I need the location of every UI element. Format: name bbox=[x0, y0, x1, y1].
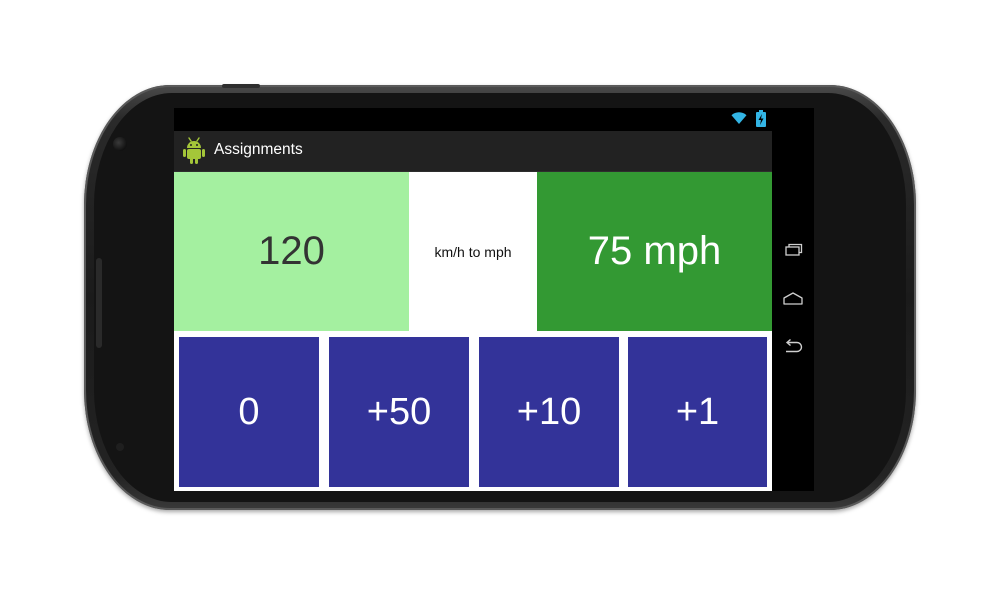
front-camera bbox=[113, 137, 127, 151]
android-icon[interactable] bbox=[182, 137, 206, 165]
device-screen: Assignments 120 km/h to mph 75 mph 0 +50… bbox=[174, 108, 814, 491]
add-10-button[interactable]: +10 bbox=[479, 337, 619, 487]
status-bar bbox=[174, 108, 772, 131]
converter-content: 120 km/h to mph 75 mph 0 +50 +10 +1 bbox=[174, 172, 772, 491]
recent-apps-icon[interactable] bbox=[781, 241, 805, 261]
wifi-icon bbox=[731, 111, 747, 130]
app-title: Assignments bbox=[214, 141, 303, 158]
conversion-label: km/h to mph bbox=[409, 172, 537, 331]
add-50-button[interactable]: +50 bbox=[329, 337, 469, 487]
input-value-display: 120 bbox=[174, 172, 409, 331]
proximity-sensor bbox=[116, 443, 124, 451]
reset-zero-button[interactable]: 0 bbox=[179, 337, 319, 487]
back-icon[interactable] bbox=[781, 337, 805, 357]
navigation-bar bbox=[772, 108, 814, 491]
output-value-display: 75 mph bbox=[537, 172, 772, 331]
battery-charging-icon bbox=[756, 110, 766, 132]
action-bar: Assignments bbox=[174, 131, 772, 172]
power-button bbox=[222, 84, 260, 88]
home-icon[interactable] bbox=[781, 289, 805, 309]
volume-rocker bbox=[96, 258, 102, 348]
add-1-button[interactable]: +1 bbox=[628, 337, 767, 487]
